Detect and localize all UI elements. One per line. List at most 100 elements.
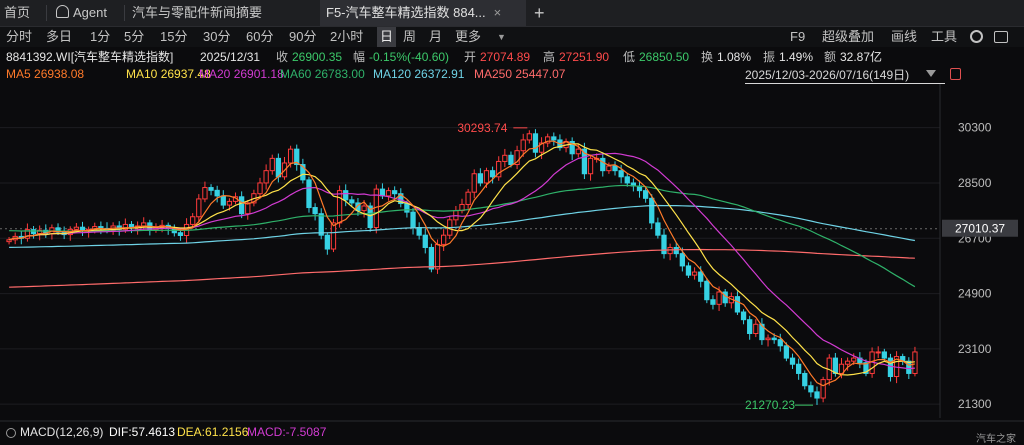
candle-body — [740, 311, 747, 321]
macd-dea: DEA:61.2156 — [177, 425, 249, 439]
candle-body — [379, 188, 386, 197]
candle-body — [287, 148, 294, 164]
max-price-label: 30293.74 — [457, 121, 507, 135]
candle-body — [753, 323, 759, 335]
candle-body — [336, 190, 343, 224]
watermark: 汽车之家 — [976, 434, 1016, 445]
candle-body — [477, 173, 484, 184]
candle-body — [257, 182, 263, 195]
candle-body — [263, 170, 269, 184]
candle-body — [600, 157, 606, 172]
candle-body — [667, 246, 673, 255]
current-price-label: 27010.37 — [955, 222, 1005, 236]
candle-body — [881, 351, 887, 359]
candle-body — [796, 363, 802, 374]
candle-body — [6, 239, 12, 243]
candle-body — [906, 360, 912, 374]
candle-body — [655, 222, 661, 236]
candle-body — [704, 280, 710, 301]
candle-body — [489, 170, 496, 178]
candle-body — [392, 190, 398, 195]
candle-body — [734, 296, 741, 313]
macd-value: MACD:-7.5087 — [247, 425, 327, 439]
candle-body — [404, 203, 410, 213]
candle-body — [624, 176, 630, 184]
candle-body — [349, 199, 355, 204]
candle-body — [275, 157, 282, 178]
candle-body — [220, 195, 226, 206]
candle-body — [710, 299, 716, 305]
candle-body — [73, 226, 80, 230]
candle-body — [612, 165, 618, 172]
candle-body — [214, 189, 220, 197]
candle-body — [887, 357, 894, 378]
candle-body — [844, 360, 851, 365]
candle-body — [196, 198, 202, 218]
candle-body — [208, 187, 214, 191]
candle-body — [30, 229, 37, 235]
y-tick-label: 23100 — [958, 342, 992, 356]
macd-settings-icon[interactable] — [6, 428, 16, 438]
candle-body — [520, 139, 526, 152]
candle-body — [642, 190, 649, 199]
candle-body — [587, 157, 594, 175]
candle-body — [771, 337, 777, 341]
y-tick-label: 21300 — [958, 397, 992, 411]
y-tick-label: 30300 — [958, 121, 992, 135]
candle-body — [618, 170, 624, 178]
macd-label: MACD(12,26,9) — [20, 425, 104, 439]
candle-body — [226, 200, 233, 206]
candle-body — [385, 190, 392, 197]
macd-dif: DIF:57.4613 — [109, 425, 176, 439]
candle-body — [783, 345, 790, 359]
min-price-label: 21270.23 — [745, 398, 795, 412]
candle-body — [673, 246, 679, 255]
candle-body — [434, 243, 441, 270]
candle-body — [777, 339, 783, 347]
candle-body — [691, 271, 698, 276]
candle-body — [526, 133, 532, 141]
candle-body — [575, 148, 581, 155]
candle-body — [440, 234, 447, 245]
candle-body — [190, 216, 196, 225]
candle-body — [465, 191, 471, 205]
candle-body — [324, 234, 330, 250]
candle-body — [508, 154, 514, 166]
candle-body — [502, 154, 508, 162]
candlestick-chart[interactable]: 30300285002670024900231002130027010.3730… — [0, 0, 1024, 445]
candle-body — [428, 246, 435, 270]
candle-body — [606, 165, 612, 172]
candle-body — [832, 357, 839, 374]
candle-body — [875, 351, 881, 354]
candle-body — [698, 271, 704, 282]
candle-body — [330, 222, 337, 250]
candle-body — [808, 385, 814, 393]
candle-body — [716, 291, 722, 305]
y-tick-label: 28500 — [958, 176, 992, 190]
candle-body — [814, 391, 820, 399]
candle-body — [312, 207, 318, 215]
candle-body — [747, 319, 753, 335]
y-tick-label: 24900 — [958, 287, 992, 301]
candle-body — [532, 133, 539, 153]
candle-body — [551, 136, 557, 141]
candle-body — [912, 351, 918, 374]
candle-body — [422, 234, 428, 248]
candle-body — [177, 232, 184, 236]
candle-body — [269, 157, 275, 172]
candle-body — [483, 170, 490, 184]
candle-body — [649, 197, 655, 224]
candle-body — [343, 190, 349, 201]
candle-body — [361, 205, 367, 212]
candle-body — [239, 196, 245, 215]
candle-body — [679, 253, 685, 267]
candle-body — [202, 187, 208, 200]
candle-body — [318, 213, 324, 236]
candle-body — [410, 211, 416, 229]
candle-body — [306, 179, 312, 209]
candle-body — [661, 234, 667, 255]
candle-body — [685, 265, 692, 276]
candle-body — [789, 357, 796, 365]
candle-body — [765, 337, 771, 341]
candle-body — [820, 379, 826, 399]
